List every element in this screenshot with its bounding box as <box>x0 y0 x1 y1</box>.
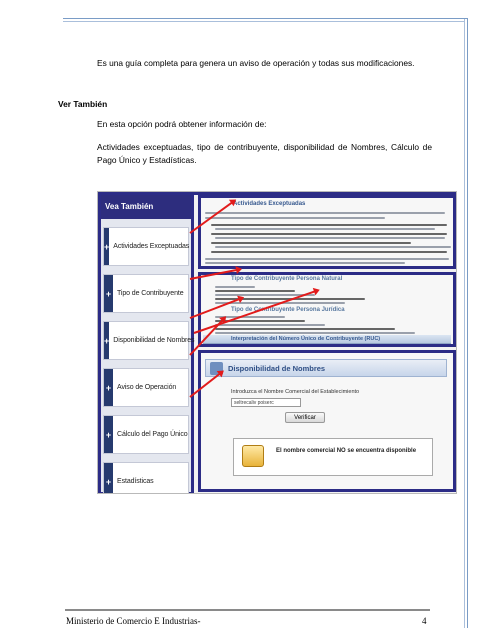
composite-screenshot: Vea También + Actividades Exceptuadas + … <box>97 191 457 494</box>
sidebar-item-label: Estadísticas <box>117 478 154 485</box>
verify-button[interactable]: Verificar <box>285 412 325 423</box>
warning-icon <box>242 445 264 467</box>
text-line <box>215 237 445 239</box>
intro-text: Es una guía completa para genera un avis… <box>97 58 415 68</box>
text-line <box>215 286 255 288</box>
text-line <box>205 258 449 260</box>
panel-disponibilidad-nombres: Disponibilidad de Nombres Introduzca el … <box>198 350 456 492</box>
panel-tipo-contribuyente: Tipo de Contribuyente Persona Natural Ti… <box>198 272 456 347</box>
text-line <box>205 212 445 214</box>
sidebar-item-label: Disponibilidad de Nombres <box>113 337 195 344</box>
text-line <box>215 324 325 326</box>
sidebar: Vea También + Actividades Exceptuadas + … <box>98 192 195 493</box>
text-line <box>215 246 451 248</box>
names-title: Disponibilidad de Nombres <box>228 364 326 373</box>
sidebar-item-label: Actividades Exceptuadas <box>113 243 190 250</box>
sidebar-item-actividades[interactable]: + Actividades Exceptuadas <box>103 227 189 266</box>
text-line <box>211 233 447 235</box>
sidebar-item-label: Cálculo del Pago Único <box>117 431 188 438</box>
page-number: 4 <box>422 616 427 626</box>
text-line <box>211 242 411 244</box>
section-heading: Ver También <box>58 99 108 109</box>
plus-icon: + <box>104 416 113 453</box>
text-line <box>215 328 395 330</box>
section-subtitle: En esta opción podrá obtener información… <box>97 119 267 129</box>
sidebar-item-disponibilidad[interactable]: + Disponibilidad de Nombres <box>103 321 195 360</box>
plus-icon: + <box>104 369 113 406</box>
sidebar-item-estadisticas[interactable]: + Estadísticas <box>103 462 189 493</box>
text-line <box>215 290 295 292</box>
names-message: El nombre comercial NO se encuentra disp… <box>276 448 417 454</box>
sidebar-item-label: Aviso de Operación <box>117 384 177 391</box>
panel-title: Actividades Exceptuadas <box>233 201 306 207</box>
panel-title: Tipo de Contribuyente Persona Natural <box>231 276 343 282</box>
panel-actividades: Actividades Exceptuadas <box>198 195 456 269</box>
section-paragraph: Actividades exceptuadas, tipo de contrib… <box>97 142 432 165</box>
text-line <box>215 228 435 230</box>
footer-divider <box>65 609 430 611</box>
text-line <box>205 262 405 264</box>
names-header: Disponibilidad de Nombres <box>205 359 447 377</box>
sidebar-item-aviso[interactable]: + Aviso de Operación <box>103 368 189 407</box>
plus-icon: + <box>104 463 113 493</box>
footer-text: Ministerio de Comercio E Industrias- <box>66 616 201 626</box>
names-input[interactable]: seltrecaliv poiserc <box>231 398 301 407</box>
sidebar-title: Vea También <box>101 195 191 219</box>
text-line <box>205 217 385 219</box>
text-line <box>215 332 415 334</box>
names-message-box: El nombre comercial NO se encuentra disp… <box>233 438 433 476</box>
text-line <box>211 224 447 226</box>
plus-icon: + <box>104 275 113 312</box>
sidebar-item-tipo[interactable]: + Tipo de Contribuyente <box>103 274 189 313</box>
section-bar: Interpretación del Número Único de Contr… <box>203 335 451 344</box>
bar-title: Interpretación del Número Único de Contr… <box>231 336 381 342</box>
sidebar-item-calculo[interactable]: + Cálculo del Pago Único <box>103 415 189 454</box>
names-label: Introduzca el Nombre Comercial del Estab… <box>231 389 360 395</box>
sidebar-item-label: Tipo de Contribuyente <box>117 290 184 297</box>
text-line <box>211 251 447 253</box>
